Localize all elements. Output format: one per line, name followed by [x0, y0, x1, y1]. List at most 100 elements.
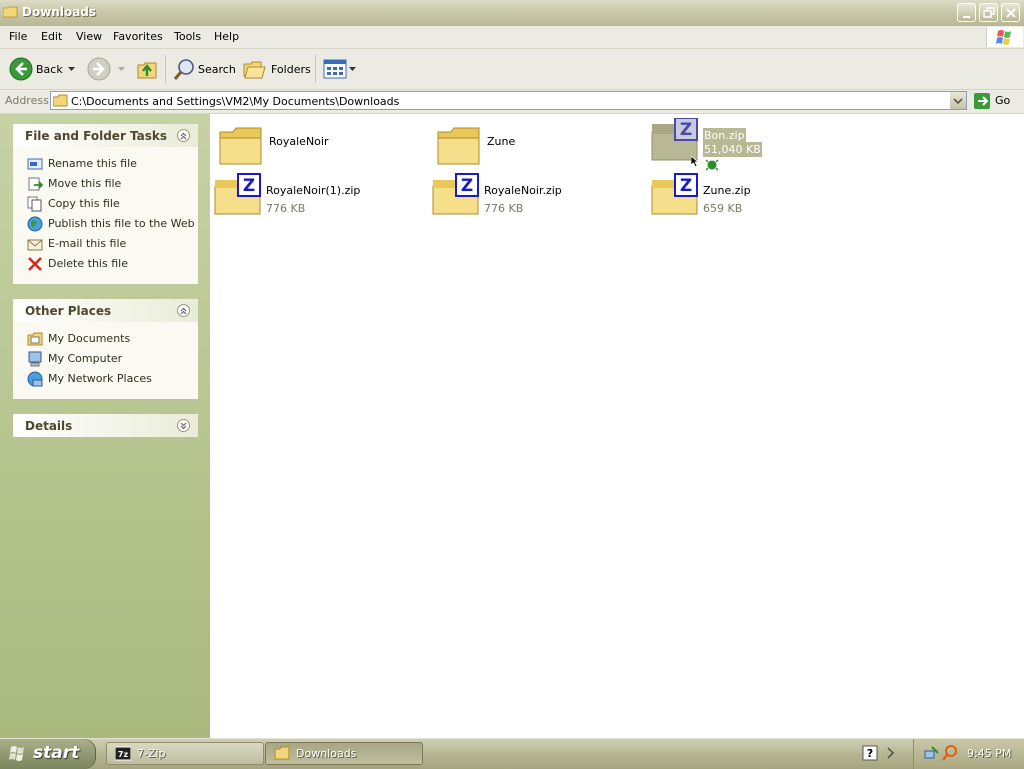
- drag-cursor-icon: [705, 159, 719, 171]
- other-places-panel: Other Places My Documents My Computer My…: [13, 299, 198, 399]
- collapse-chevron-icon[interactable]: [177, 304, 190, 317]
- 7zip-icon: 7z: [115, 746, 131, 761]
- email-file-label: E-mail this file: [48, 237, 127, 250]
- menu-file[interactable]: File: [9, 30, 27, 43]
- start-label: start: [33, 743, 80, 763]
- window-title: Downloads: [22, 5, 97, 19]
- details-panel: Details: [13, 414, 198, 437]
- search-button[interactable]: Search: [170, 54, 236, 84]
- my-computer-icon: [28, 351, 42, 367]
- address-path: C:\Documents and Settings\VM2\My Documen…: [71, 95, 400, 108]
- network-tray-icon[interactable]: [924, 745, 940, 761]
- panel-title: File and Folder Tasks: [25, 129, 168, 143]
- menu-tools[interactable]: Tools: [174, 30, 201, 43]
- file-name: Zune.zip: [703, 184, 751, 197]
- taskbar: start 7z 7-Zip Downloads ? 9:45 PM: [0, 738, 1024, 769]
- file-size: 776 KB: [266, 202, 306, 215]
- taskbar-label: Downloads: [296, 747, 357, 760]
- menu-edit[interactable]: Edit: [41, 30, 62, 43]
- minimize-button[interactable]: [957, 3, 976, 22]
- network-places-icon: [27, 371, 43, 387]
- copy-file-label: Copy this file: [48, 197, 120, 210]
- menu-help[interactable]: Help: [214, 30, 239, 43]
- rename-file-label: Rename this file: [48, 157, 137, 170]
- folder-icon: [53, 94, 68, 107]
- globe-icon: [27, 216, 43, 232]
- go-button[interactable]: Go: [971, 91, 1019, 111]
- file-size: 659 KB: [703, 202, 743, 215]
- toolbar-separator: [165, 55, 166, 83]
- forward-dropdown-icon[interactable]: [118, 67, 125, 72]
- restore-button[interactable]: [979, 3, 998, 22]
- help-icon[interactable]: ?: [862, 745, 878, 761]
- search-icon: [173, 59, 194, 80]
- back-dropdown-icon[interactable]: [68, 67, 75, 72]
- start-button[interactable]: start: [0, 739, 96, 769]
- address-label: Address: [5, 94, 49, 107]
- views-dropdown-icon[interactable]: [349, 67, 356, 72]
- folders-icon: [243, 61, 266, 79]
- taskbar-button-7zip[interactable]: 7z 7-Zip: [106, 742, 264, 765]
- up-folder-button[interactable]: [134, 54, 160, 84]
- tray-expand-icon[interactable]: [884, 745, 898, 761]
- collapse-chevron-icon[interactable]: [177, 129, 190, 142]
- file-item-royalenoir-zip[interactable]: Z RoyaleNoir.zip 776 KB: [432, 172, 632, 220]
- zip-folder-icon: Z: [214, 173, 261, 215]
- zip-folder-icon: Z: [651, 173, 698, 215]
- file-list-view[interactable]: RoyaleNoir Zune Z Bon.zip 51,040 KB Z Ro…: [210, 114, 1024, 738]
- svg-text:Z: Z: [461, 176, 473, 196]
- my-documents-icon: [27, 332, 43, 346]
- move-icon: [28, 177, 43, 191]
- toolbar-separator: [315, 55, 316, 83]
- back-arrow-icon: [9, 57, 33, 81]
- details-header[interactable]: Details: [13, 414, 198, 437]
- other-places-header[interactable]: Other Places: [13, 299, 198, 322]
- svg-text:7z: 7z: [118, 750, 129, 759]
- folder-icon: [219, 127, 262, 165]
- toolbar: Back Search Folders: [0, 49, 1024, 90]
- menu-favorites[interactable]: Favorites: [113, 30, 163, 43]
- views-button[interactable]: [320, 54, 358, 84]
- mouse-cursor-icon: [691, 156, 700, 168]
- file-item-zune-zip[interactable]: Z Zune.zip 659 KB: [651, 172, 851, 220]
- svg-text:Z: Z: [243, 176, 255, 196]
- menu-view[interactable]: View: [76, 30, 102, 43]
- panel-title: Details: [25, 419, 73, 433]
- windows-logo-icon: [986, 27, 1023, 47]
- file-item-bon-zip[interactable]: Z Bon.zip 51,040 KB: [651, 118, 851, 171]
- address-input[interactable]: C:\Documents and Settings\VM2\My Documen…: [50, 91, 967, 110]
- clock: 9:45 PM: [967, 747, 1012, 760]
- file-name: RoyaleNoir: [269, 135, 329, 148]
- email-icon: [27, 239, 43, 251]
- file-name: Zune: [487, 135, 516, 148]
- folders-button[interactable]: Folders: [242, 54, 311, 84]
- move-file-label: Move this file: [48, 177, 122, 190]
- forward-button[interactable]: [86, 54, 128, 84]
- close-button[interactable]: [1001, 3, 1020, 22]
- menu-bar: File Edit View Favorites Tools Help: [0, 26, 1024, 49]
- copy-icon: [27, 196, 42, 212]
- folder-icon: [437, 127, 480, 165]
- address-bar: Address C:\Documents and Settings\VM2\My…: [0, 90, 1024, 114]
- search-label: Search: [198, 63, 236, 76]
- search-tray-icon[interactable]: [942, 745, 958, 761]
- file-item-royalenoir1-zip[interactable]: Z RoyaleNoir(1).zip 776 KB: [214, 172, 414, 220]
- file-name: RoyaleNoir.zip: [484, 184, 562, 197]
- address-dropdown-button[interactable]: [950, 92, 966, 109]
- file-name: RoyaleNoir(1).zip: [266, 184, 361, 197]
- svg-text:Z: Z: [680, 176, 692, 196]
- rename-icon: [27, 158, 43, 170]
- folder-icon: [274, 746, 290, 760]
- file-size: 776 KB: [484, 202, 524, 215]
- publish-web-label: Publish this file to the Web: [48, 217, 195, 230]
- svg-text:Z: Z: [680, 120, 692, 140]
- back-button[interactable]: Back: [6, 54, 78, 84]
- taskbar-button-downloads[interactable]: Downloads: [265, 742, 423, 765]
- file-folder-tasks-header[interactable]: File and Folder Tasks: [13, 124, 198, 147]
- delete-file-label: Delete this file: [48, 257, 128, 270]
- folder-item-royalenoir[interactable]: RoyaleNoir: [217, 122, 417, 170]
- folder-item-zune[interactable]: Zune: [435, 122, 635, 170]
- folders-label: Folders: [271, 63, 311, 76]
- title-bar[interactable]: Downloads: [0, 0, 1024, 27]
- expand-chevron-icon[interactable]: [177, 419, 190, 432]
